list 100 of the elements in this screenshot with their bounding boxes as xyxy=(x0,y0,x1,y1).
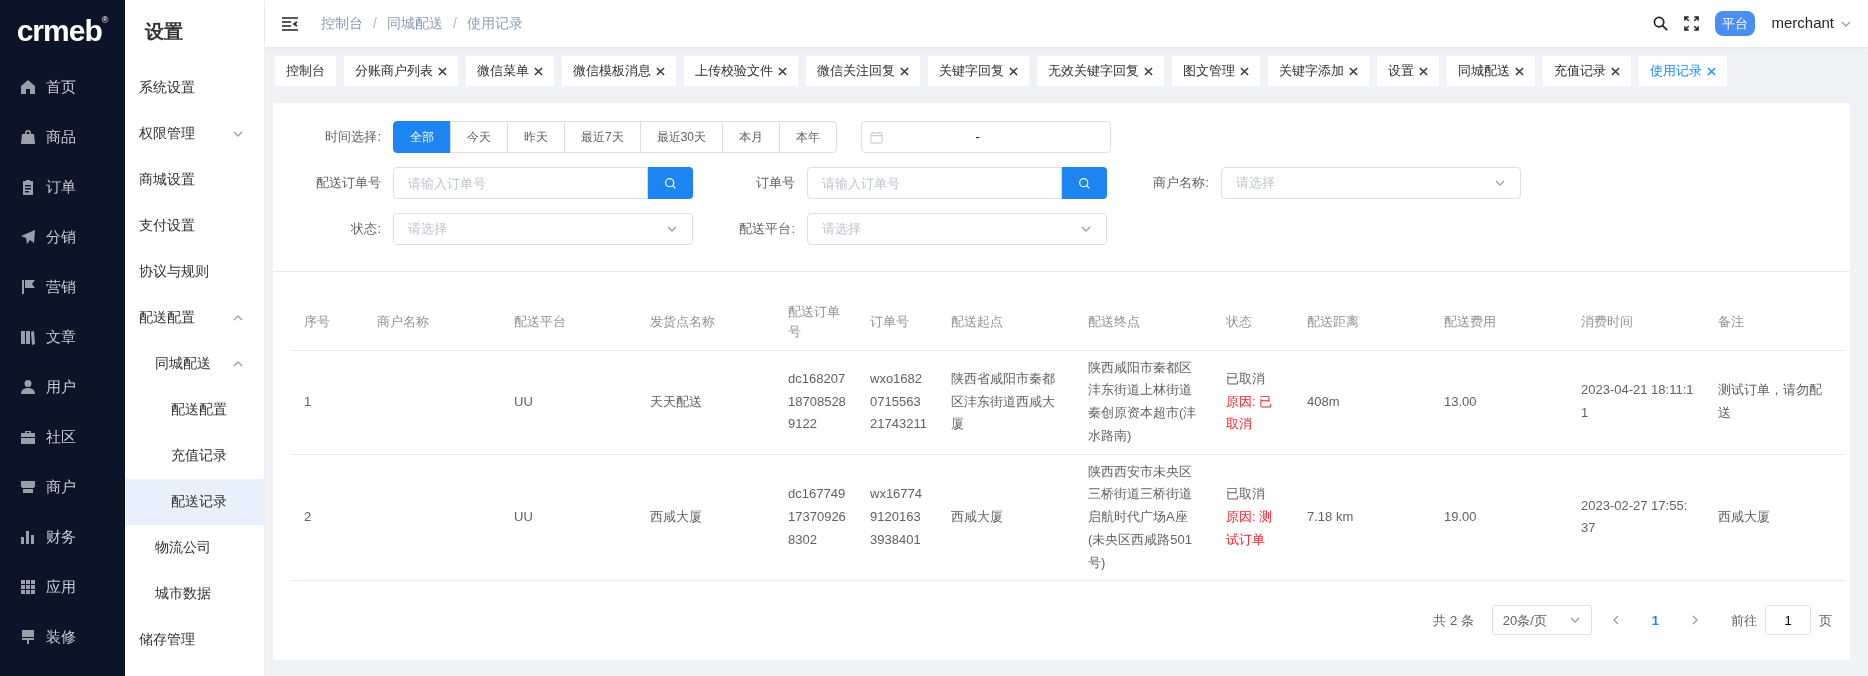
menu-item[interactable]: 充值记录 xyxy=(125,432,264,479)
table-cell: dc168207187085289122 xyxy=(788,370,846,432)
date-range-field[interactable]: - xyxy=(861,121,1112,153)
nav-item[interactable]: 社区 xyxy=(0,412,125,462)
menu-item[interactable]: 配送记录 xyxy=(125,478,264,525)
menu-icon[interactable] xyxy=(281,16,299,31)
nav-item[interactable]: 应用 xyxy=(0,562,125,612)
menu-item[interactable]: 系统设置 xyxy=(125,64,264,111)
table-cell: UU xyxy=(514,393,533,409)
column-header: 配送平台 xyxy=(502,294,638,350)
time-option[interactable]: 最近30天 xyxy=(639,121,724,153)
field-label: 状态: xyxy=(350,220,382,239)
close-icon xyxy=(1707,66,1716,76)
time-option[interactable]: 本月 xyxy=(722,121,781,153)
close-icon xyxy=(1349,66,1358,76)
nav-item[interactable]: 财务 xyxy=(0,512,125,562)
tab[interactable]: 微信模板消息 xyxy=(562,56,676,86)
table-cell: 陕西西安市未央区三桥街道三桥街道启航时代广场A座(未央区西咸路501号) xyxy=(1088,463,1193,570)
time-option[interactable]: 全部 xyxy=(393,121,451,153)
menu-item[interactable]: 配送配置 xyxy=(125,294,264,341)
nav-item[interactable]: 商品 xyxy=(0,112,125,162)
tab[interactable]: 设置 xyxy=(1377,56,1439,86)
nav-item[interactable]: 首页 xyxy=(0,62,125,112)
column-header: 配送终点 xyxy=(1076,294,1214,350)
page-input[interactable]: 1 xyxy=(1765,605,1811,636)
nav-item[interactable]: 用户 xyxy=(0,362,125,412)
status-reason: 原因: 测试订单 xyxy=(1226,508,1274,549)
breadcrumb-separator: / xyxy=(373,14,377,33)
time-option[interactable]: 今天 xyxy=(450,121,508,153)
menu-item[interactable]: 协议与规则 xyxy=(125,248,264,295)
menu-item[interactable]: 配送配置 xyxy=(125,386,264,433)
nav-item[interactable]: 营销 xyxy=(0,262,125,312)
time-option[interactable]: 昨天 xyxy=(507,121,565,153)
status-text: 已取消 xyxy=(1226,485,1266,504)
menu-item[interactable]: 城市数据 xyxy=(125,570,264,617)
column-header: 订单号 xyxy=(858,294,939,350)
nav-item[interactable]: 商户 xyxy=(0,462,125,512)
column-header: 商户名称 xyxy=(365,294,502,350)
table-cell: 天天配送 xyxy=(650,393,702,409)
column-header: 备注 xyxy=(1706,294,1845,350)
time-option[interactable]: 本年 xyxy=(779,121,838,153)
table-cell: dc167749173709268302 xyxy=(788,486,846,547)
tab[interactable]: 控制台 xyxy=(275,56,336,86)
column-header: 状态 xyxy=(1214,294,1295,350)
search-button[interactable] xyxy=(1062,167,1107,199)
page-suffix: 页 xyxy=(1819,611,1832,630)
logo: crmeb xyxy=(16,16,102,46)
table-cell: 2023-04-21 18:11:11 xyxy=(1581,382,1694,420)
table-cell: 测试订单，请勿配送 xyxy=(1718,382,1822,420)
menu-item[interactable]: 权限管理 xyxy=(125,110,264,157)
registered-mark: ® xyxy=(101,14,109,25)
tab[interactable]: 上传校验文件 xyxy=(684,56,798,86)
tab[interactable]: 分账商户列表 xyxy=(344,56,458,86)
time-option[interactable]: 最近7天 xyxy=(564,121,641,153)
status-reason: 原因: 已取消 xyxy=(1226,392,1274,434)
platform-badge: 平台 xyxy=(1715,10,1756,37)
tab[interactable]: 图文管理 xyxy=(1172,56,1260,86)
nav-item[interactable]: 分销 xyxy=(0,212,125,262)
table-cell: 陕西省咸阳市秦都区沣东街道西咸大厦 xyxy=(951,370,1055,432)
table-cell: wxo1682071556321743211 xyxy=(870,370,927,432)
column-header: 配送距离 xyxy=(1295,294,1432,350)
menu-item[interactable]: 物流公司 xyxy=(125,524,264,571)
menu-item[interactable]: 商城设置 xyxy=(125,156,264,203)
close-icon xyxy=(1144,66,1153,76)
briefcase-icon xyxy=(20,429,36,445)
fullscreen-icon[interactable] xyxy=(1684,16,1700,31)
search-icon xyxy=(664,176,677,190)
search-icon[interactable] xyxy=(1653,16,1669,31)
menu-item[interactable]: 支付设置 xyxy=(125,202,264,249)
table-cell: 408m xyxy=(1307,393,1340,409)
tab[interactable]: 无效关键字回复 xyxy=(1037,56,1164,86)
nav-item[interactable]: 文章 xyxy=(0,312,125,362)
column-header: 消费时间 xyxy=(1569,294,1706,350)
tab[interactable]: 微信菜单 xyxy=(466,56,554,86)
search-field[interactable]: 请输入订单号 xyxy=(393,167,648,199)
tab[interactable]: 充值记录 xyxy=(1543,56,1631,86)
tab[interactable]: 关键字添加 xyxy=(1268,56,1369,86)
menu-item[interactable]: 储存管理 xyxy=(125,616,264,663)
column-header: 发货点名称 xyxy=(638,294,776,350)
table-cell: 2023-02-27 17:55:37 xyxy=(1581,497,1688,536)
page-number[interactable]: 1 xyxy=(1645,609,1665,631)
user-menu[interactable]: merchant xyxy=(1771,12,1852,35)
page-size-select[interactable]: 20条/页 xyxy=(1491,605,1592,636)
home-icon xyxy=(20,79,36,95)
table-cell: 西咸大厦 xyxy=(650,509,702,524)
column-header: 序号 xyxy=(292,294,365,350)
close-icon xyxy=(1419,66,1428,76)
menu-item[interactable]: 同城配送 xyxy=(125,340,264,387)
field-label: 配送订单号 xyxy=(315,174,382,193)
search-icon xyxy=(1078,176,1091,190)
send-icon xyxy=(20,229,36,245)
nav-item[interactable]: 装修 xyxy=(0,612,125,662)
tab[interactable]: 关键字回复 xyxy=(928,56,1029,86)
search-field[interactable]: 请输入订单号 xyxy=(807,167,1062,199)
tab[interactable]: 微信关注回复 xyxy=(806,56,920,86)
tab[interactable]: 同城配送 xyxy=(1447,56,1535,86)
nav-item[interactable]: 订单 xyxy=(0,162,125,212)
goto-label: 前往 xyxy=(1731,611,1757,630)
search-button[interactable] xyxy=(648,167,693,199)
breadcrumb-separator: / xyxy=(452,14,457,33)
